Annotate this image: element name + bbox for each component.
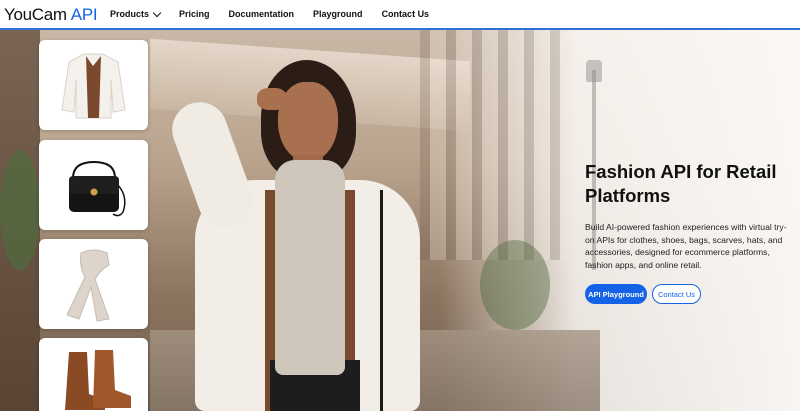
- thumbnail-black-handbag[interactable]: [39, 140, 148, 230]
- logo-api: API: [70, 5, 98, 24]
- background-tree: [0, 150, 40, 270]
- api-playground-button[interactable]: API Playground: [585, 284, 647, 304]
- background-plant: [480, 240, 550, 330]
- hero-model-image: [164, 60, 445, 411]
- brown-boots-icon: [65, 350, 131, 410]
- nav-products[interactable]: Products: [110, 8, 162, 19]
- contact-us-button[interactable]: Contact Us: [652, 284, 701, 304]
- hero-copy: Fashion API for Retail Platforms Build A…: [585, 160, 795, 304]
- thumbnail-white-jacket[interactable]: [39, 40, 148, 130]
- nav-documentation[interactable]: Documentation: [229, 9, 295, 19]
- hero-buttons: API Playground Contact Us: [585, 284, 795, 304]
- model-arm: [164, 94, 261, 236]
- nav-links: Products Pricing Documentation Playgroun…: [110, 0, 448, 28]
- model-hand: [257, 88, 287, 110]
- beige-scarf-icon: [66, 249, 110, 322]
- thumbnail-brown-boots[interactable]: [39, 338, 148, 411]
- model-face: [278, 82, 338, 162]
- chevron-down-icon: [152, 8, 162, 17]
- model-scarf: [275, 160, 345, 375]
- black-handbag-icon: [69, 160, 126, 217]
- nav-playground[interactable]: Playground: [313, 9, 363, 19]
- thumbnail-beige-scarf[interactable]: [39, 239, 148, 329]
- model-bag-strap: [380, 190, 383, 411]
- white-jacket-icon: [61, 53, 126, 119]
- youcam-api-logo[interactable]: YouCam API: [4, 5, 98, 25]
- top-nav: YouCam API Products Pricing Documentation…: [0, 0, 800, 30]
- hero-headline: Fashion API for Retail Platforms: [585, 161, 777, 206]
- hero-description: Build AI-powered fashion experiences wit…: [585, 222, 787, 270]
- logo-brand: YouCam: [4, 5, 67, 24]
- nav-contact-us[interactable]: Contact Us: [382, 9, 430, 19]
- nav-pricing[interactable]: Pricing: [179, 9, 210, 19]
- hero-section: Fashion API for Retail Platforms Build A…: [0, 30, 800, 411]
- nav-products-label: Products: [110, 9, 150, 19]
